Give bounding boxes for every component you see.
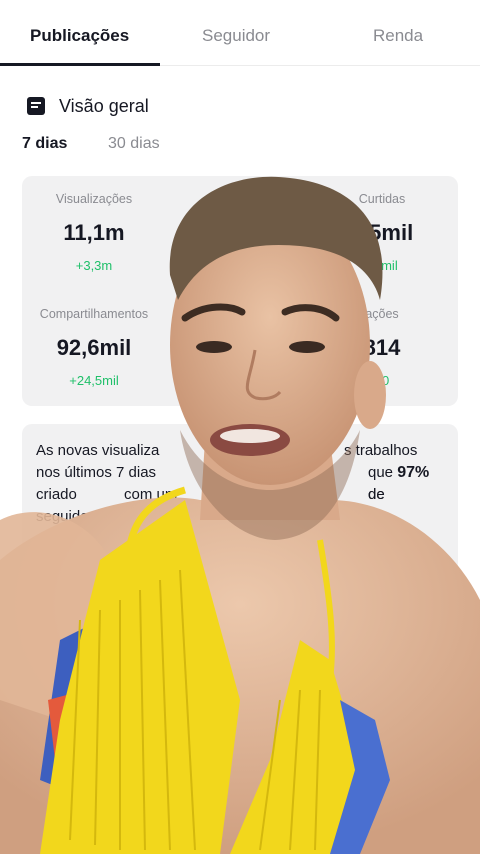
insight-line2a: nos últimos 7 dias <box>36 464 157 481</box>
footer-left-line1: Vou <box>22 816 45 831</box>
insight-sub2: tos! <box>330 553 352 568</box>
bikini-fringe <box>69 569 321 851</box>
stat-value: 814 <box>363 335 401 360</box>
insight-subtext: iadores para tos! <box>330 534 450 570</box>
tab-renda[interactable]: Renda <box>373 26 423 46</box>
stat-delta: 50 <box>374 373 390 388</box>
insight-card: As novas visualiza s trabalhos nos últim… <box>22 424 458 584</box>
footer-divider <box>0 800 480 801</box>
footer-left-text: Vou bom <box>22 814 47 854</box>
tab-bar: Publicações Seguidor Renda <box>0 0 480 66</box>
stat-value: 11,1m <box>63 220 125 245</box>
stat-likes[interactable]: Curtidas 1,5mil +0mil <box>312 192 452 273</box>
insight-line1: As novas visualiza <box>36 442 160 459</box>
active-tab-indicator <box>0 63 160 66</box>
stat-label: Visualizações <box>55 192 133 206</box>
range-30-days[interactable]: 30 dias <box>108 135 160 153</box>
insight-line2b: que <box>368 464 394 481</box>
footer-left-line2: bom <box>22 836 48 851</box>
stat-actions[interactable]: ações 814 50 <box>312 307 452 388</box>
stat-label: Curtidas <box>358 192 406 206</box>
document-icon <box>27 97 45 115</box>
footer-right-text: Mantenh <box>408 814 459 829</box>
bikini-cup-right <box>230 640 360 854</box>
insight-line3b: com um <box>124 486 178 503</box>
stat-value: 1,5mil <box>350 220 414 245</box>
stat-label: ações <box>365 307 399 321</box>
stat-label: Compartilhamentos <box>39 307 149 321</box>
insight-line4: seguidores. <box>36 508 114 525</box>
insight-line1b: s trabalhos <box>344 442 418 459</box>
tab-seguidor[interactable]: Seguidor <box>202 26 270 46</box>
range-7-days[interactable]: 7 dias <box>22 135 67 153</box>
stat-value: 92,6mil <box>56 335 132 360</box>
stats-card: Visualizações 11,1m +3,3m Curtidas 1,5mi… <box>22 176 458 406</box>
stat-delta: +24,5mil <box>69 373 119 388</box>
stat-views[interactable]: Visualizações 11,1m +3,3m <box>24 192 164 273</box>
insight-sub1: iadores para <box>330 535 406 550</box>
stat-delta: +0mil <box>366 258 398 273</box>
overview-title: Visão geral <box>59 95 149 116</box>
overview-header: Visão geral <box>26 94 149 118</box>
insight-line3c: de <box>368 486 385 503</box>
bikini-pattern-left <box>40 620 130 800</box>
tab-publicacoes[interactable]: Publicações <box>30 26 129 46</box>
insight-line3: criado <box>36 486 77 503</box>
stat-delta: +3,3m <box>75 258 113 273</box>
bikini-pattern-accent <box>48 690 95 760</box>
bikini-pattern-right <box>330 700 390 854</box>
insight-percent: 97% <box>397 464 430 481</box>
stat-shares[interactable]: Compartilhamentos 92,6mil +24,5mil <box>24 307 164 388</box>
insight-text: As novas visualiza s trabalhos nos últim… <box>36 440 444 528</box>
